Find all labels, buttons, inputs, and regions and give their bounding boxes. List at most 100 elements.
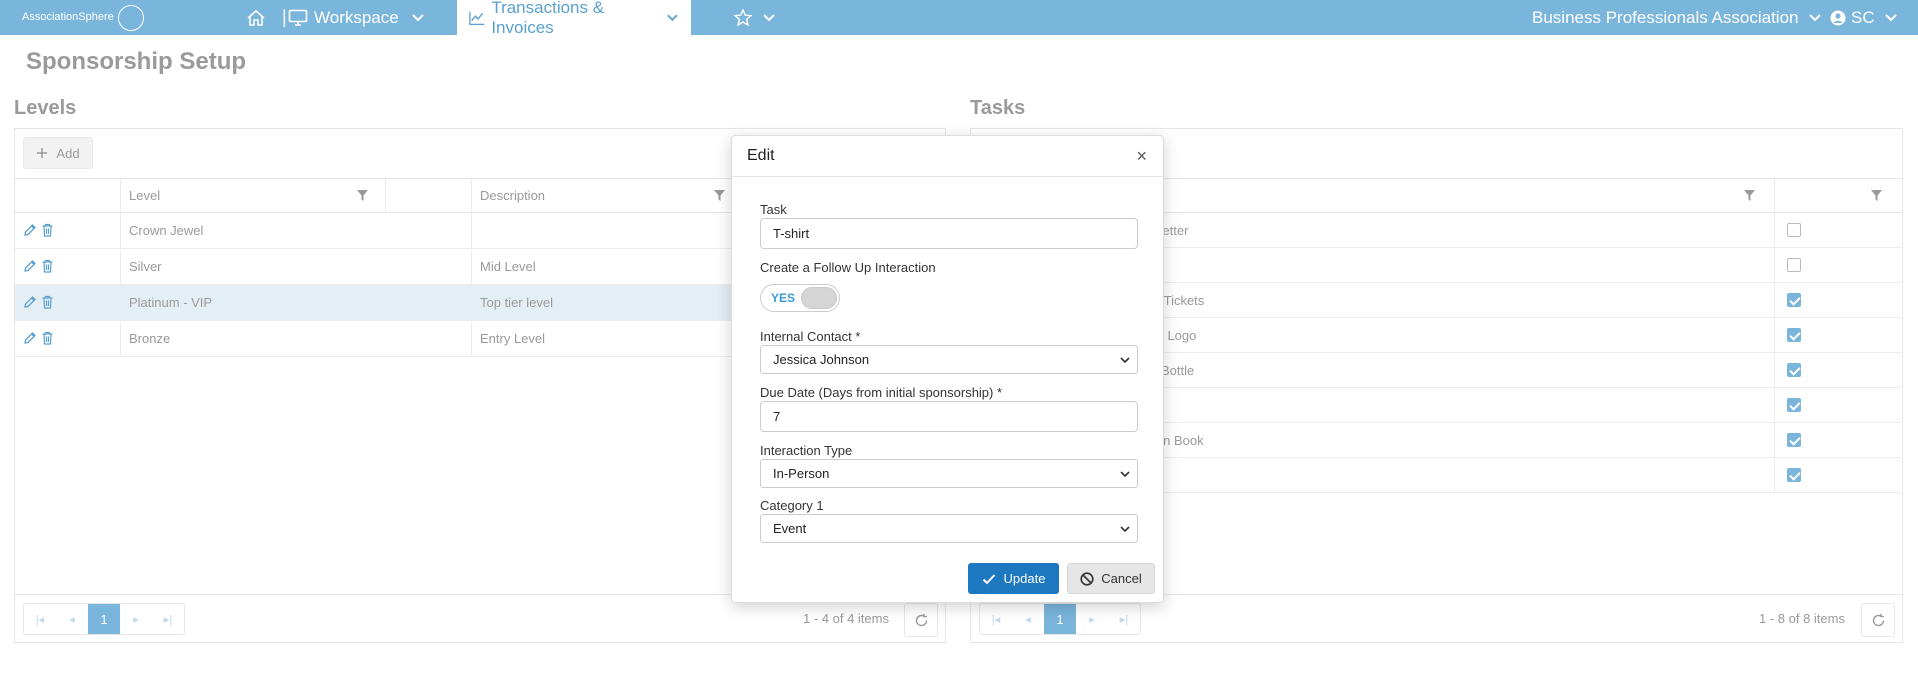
cancel-button[interactable]: Cancel <box>1067 563 1155 594</box>
next-page-button[interactable]: ▸ <box>120 604 152 634</box>
first-page-button[interactable]: |◂ <box>980 604 1012 634</box>
levels-title: Levels <box>14 97 77 119</box>
nav-transactions-label: Transactions & Invoices <box>491 0 605 37</box>
task-included-cell <box>1774 423 1901 458</box>
category-select[interactable]: Event <box>760 514 1138 543</box>
column-label-description: Description <box>480 188 546 203</box>
task-label: Task <box>760 202 787 217</box>
plus-icon <box>37 148 48 158</box>
contact-value: Jessica Johnson <box>773 352 870 367</box>
column-label-level: Level <box>129 188 161 203</box>
level-name: Platinum - VIP <box>120 285 471 320</box>
star-icon <box>734 9 752 26</box>
add-level-button[interactable]: Add <box>23 137 93 169</box>
edit-icon[interactable] <box>23 259 37 273</box>
task-included-cell <box>1774 213 1901 248</box>
nav-workspace[interactable]: Workspace <box>288 0 425 35</box>
included-checkbox[interactable] <box>1787 258 1801 272</box>
org-selector[interactable]: Business Professionals Association <box>1532 0 1822 35</box>
due-date-input[interactable]: 7 <box>760 401 1138 432</box>
nav-transactions[interactable]: Transactions & Invoices <box>457 0 691 37</box>
ban-icon <box>1080 571 1094 586</box>
pagination: |◂ ◂ 1 ▸ ▸| <box>979 603 1141 635</box>
page-number-button[interactable]: 1 <box>88 604 120 634</box>
refresh-button[interactable] <box>904 603 938 637</box>
user-initials: SC <box>1851 7 1875 27</box>
chart-line-icon <box>469 11 485 25</box>
edit-icon[interactable] <box>23 331 37 345</box>
filter-icon[interactable] <box>1870 189 1883 202</box>
page-number-button[interactable]: 1 <box>1044 604 1076 634</box>
edit-icon[interactable] <box>23 223 37 237</box>
update-button[interactable]: Update <box>968 563 1059 594</box>
trash-icon[interactable] <box>41 331 54 345</box>
due-date-label: Due Date (Days from initial sponsorship)… <box>760 385 1003 400</box>
filter-icon[interactable] <box>713 189 726 202</box>
chevron-down-icon <box>412 13 424 21</box>
check-icon <box>982 573 995 584</box>
category-value: Event <box>773 521 807 536</box>
update-label: Update <box>1003 571 1046 586</box>
prev-page-button[interactable]: ◂ <box>56 604 88 634</box>
level-name: Silver <box>120 249 471 284</box>
contact-select[interactable]: Jessica Johnson <box>760 345 1138 374</box>
included-checkbox[interactable] <box>1787 433 1801 447</box>
tasks-title: Tasks <box>970 97 1026 119</box>
last-page-button[interactable]: ▸| <box>152 604 184 634</box>
interaction-type-select[interactable]: In-Person <box>760 459 1138 488</box>
followup-label: Create a Follow Up Interaction <box>760 260 936 275</box>
page-title: Sponsorship Setup <box>26 48 247 75</box>
task-input[interactable]: T-shirt <box>760 218 1138 249</box>
chevron-down-icon <box>1120 357 1130 364</box>
pager-info: 1 - 8 of 8 items <box>1759 611 1845 626</box>
logo-sphere-icon <box>114 4 145 31</box>
included-checkbox[interactable] <box>1787 328 1801 342</box>
next-page-button[interactable]: ▸ <box>1076 604 1108 634</box>
filter-icon[interactable] <box>1743 189 1756 202</box>
prev-page-button[interactable]: ◂ <box>1012 604 1044 634</box>
edit-icon[interactable] <box>23 295 37 309</box>
level-name: Bronze <box>120 321 471 356</box>
included-checkbox[interactable] <box>1787 223 1801 237</box>
task-included-cell <box>1774 318 1901 353</box>
chevron-down-icon <box>763 13 775 21</box>
interaction-type-value: In-Person <box>773 466 830 481</box>
monitor-icon <box>288 9 308 26</box>
chevron-down-icon <box>1884 13 1897 21</box>
close-icon[interactable]: × <box>1136 147 1147 165</box>
user-circle-icon <box>1830 10 1846 25</box>
app-logo[interactable]: AssociationSphere <box>22 4 145 31</box>
trash-icon[interactable] <box>41 259 54 273</box>
task-included-cell <box>1774 283 1901 318</box>
user-menu[interactable]: SC <box>1830 0 1898 35</box>
task-included-cell <box>1774 458 1901 493</box>
column-header-description[interactable]: Description <box>471 179 742 212</box>
trash-icon[interactable] <box>41 223 54 237</box>
nav-workspace-label: Workspace <box>314 7 399 27</box>
dialog-title: Edit <box>747 147 775 164</box>
cancel-label: Cancel <box>1101 571 1142 586</box>
nav-favorites[interactable] <box>734 0 776 35</box>
top-nav-bar: AssociationSphere | Workspace Transactio… <box>0 0 1918 37</box>
column-header-included[interactable] <box>1774 179 1901 212</box>
add-level-label: Add <box>56 145 80 161</box>
first-page-button[interactable]: |◂ <box>24 604 56 634</box>
included-checkbox[interactable] <box>1787 363 1801 377</box>
trash-icon[interactable] <box>41 295 54 309</box>
filter-icon[interactable] <box>356 189 369 202</box>
refresh-icon <box>1872 613 1884 626</box>
refresh-button[interactable] <box>1861 603 1895 637</box>
home-icon[interactable] <box>246 0 266 35</box>
chevron-down-icon <box>667 14 678 21</box>
included-checkbox[interactable] <box>1787 293 1801 307</box>
refresh-icon <box>915 613 927 626</box>
last-page-button[interactable]: ▸| <box>1108 604 1140 634</box>
column-header-level[interactable]: Level <box>120 179 385 212</box>
interaction-type-label: Interaction Type <box>760 443 853 458</box>
followup-toggle[interactable]: YES <box>760 284 840 312</box>
included-checkbox[interactable] <box>1787 468 1801 482</box>
level-description: Top tier level <box>471 285 742 320</box>
task-included-cell <box>1774 353 1901 388</box>
logo-text: AssociationSphere <box>22 11 114 23</box>
included-checkbox[interactable] <box>1787 398 1801 412</box>
